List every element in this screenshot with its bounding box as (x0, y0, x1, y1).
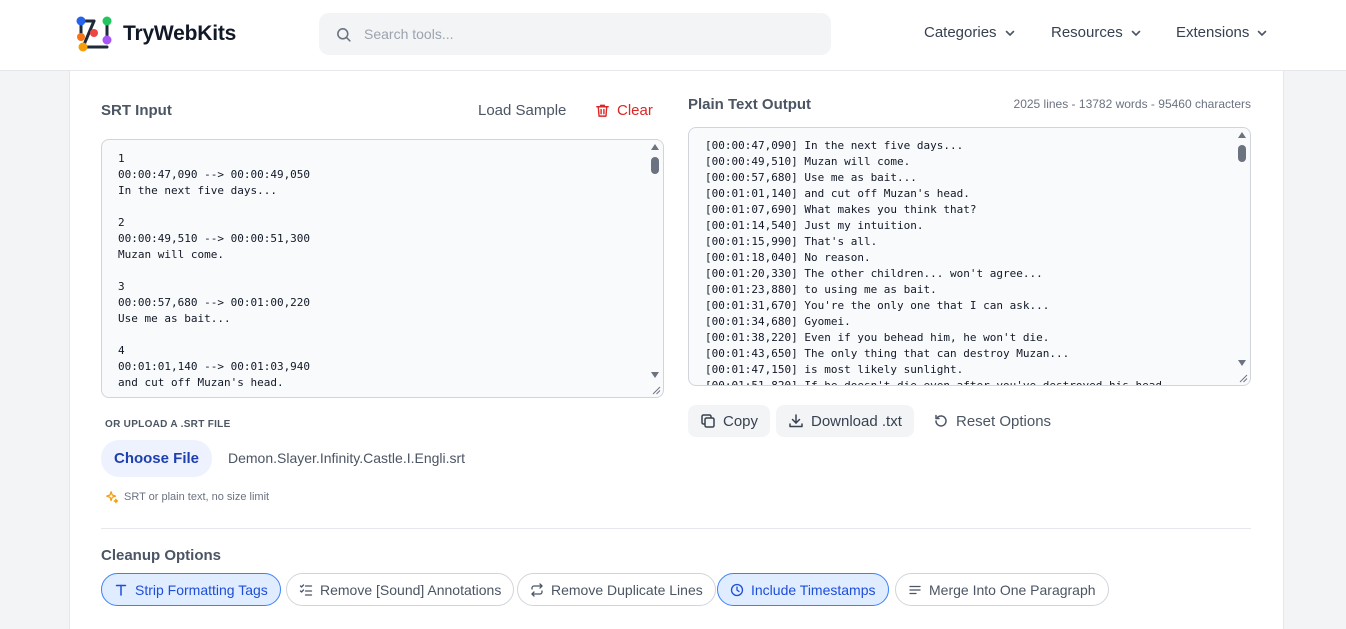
upload-label: OR UPLOAD A .SRT FILE (105, 419, 231, 430)
scroll-down-arrow-icon[interactable] (1238, 360, 1246, 366)
download-icon (789, 414, 803, 428)
copy-icon (701, 414, 715, 428)
top-navbar: TryWebKits Categories Resources Extensio… (0, 0, 1346, 71)
text-format-icon (115, 584, 127, 596)
checklist-icon (299, 583, 313, 596)
selected-filename: Demon.Slayer.Infinity.Castle.I.Engli.srt (228, 450, 466, 466)
logo-icon (76, 16, 112, 52)
option-include-timestamps[interactable]: Include Timestamps (717, 573, 889, 606)
copy-label: Copy (723, 412, 759, 430)
scroll-down-arrow-icon[interactable] (651, 372, 659, 378)
brand-logo[interactable]: TryWebKits (74, 15, 236, 53)
plain-text-output-title: Plain Text Output (688, 96, 812, 113)
option-remove-duplicate-lines[interactable]: Remove Duplicate Lines (517, 573, 716, 606)
trash-icon (596, 104, 609, 117)
search-icon (337, 27, 351, 42)
scroll-up-arrow-icon[interactable] (651, 144, 659, 150)
load-sample-button[interactable]: Load Sample (478, 102, 566, 119)
output-scrollbar[interactable] (1237, 128, 1247, 385)
search-bar[interactable] (319, 13, 831, 55)
download-label: Download .txt (811, 412, 902, 430)
copy-button[interactable]: Copy (688, 405, 771, 437)
reset-options-button[interactable]: Reset Options (921, 405, 1063, 437)
chevron-down-icon (1005, 30, 1014, 36)
output-stats: 2025 lines - 13782 words - 95460 charact… (1013, 97, 1251, 111)
srt-input-textarea[interactable]: 1 00:00:47,090 --> 00:00:49,050 In the n… (101, 139, 664, 398)
chevron-down-icon (1258, 30, 1267, 36)
resize-handle-icon[interactable] (1239, 374, 1248, 383)
scroll-thumb[interactable] (651, 157, 659, 174)
clear-label: Clear (617, 102, 653, 119)
srt-input-text: 1 00:00:47,090 --> 00:00:49,050 In the n… (118, 152, 311, 389)
nav-extensions[interactable]: Extensions (1176, 24, 1268, 41)
clock-icon (730, 583, 744, 596)
scroll-thumb[interactable] (1238, 145, 1246, 162)
option-label: Merge Into One Paragraph (929, 581, 1096, 598)
srt-input-scrollbar[interactable] (650, 140, 660, 397)
reset-icon (935, 414, 947, 427)
option-label: Remove Duplicate Lines (551, 581, 703, 598)
nav-resources[interactable]: Resources (1051, 24, 1142, 41)
cleanup-options-title: Cleanup Options (101, 547, 221, 564)
srt-input-title: SRT Input (101, 102, 172, 119)
scroll-up-arrow-icon[interactable] (1238, 132, 1246, 138)
clear-button[interactable]: Clear (595, 102, 653, 119)
nav-categories[interactable]: Categories (924, 24, 1016, 41)
option-label: Strip Formatting Tags (135, 581, 268, 598)
search-input[interactable] (364, 26, 804, 42)
option-remove-sound-annotations[interactable]: Remove [Sound] Annotations (286, 573, 515, 606)
plain-text-output-text: [00:00:47,090] In the next five days... … (705, 139, 1182, 386)
nav-categories-label: Categories (924, 24, 997, 41)
nav-resources-label: Resources (1051, 24, 1123, 41)
plain-text-output-textarea[interactable]: [00:00:47,090] In the next five days... … (688, 127, 1251, 386)
align-lines-icon (909, 585, 921, 594)
option-label: Remove [Sound] Annotations (320, 581, 502, 598)
upload-hint-text: SRT or plain text, no size limit (124, 491, 270, 503)
choose-file-button[interactable]: Choose File (101, 440, 212, 477)
brand-name: TryWebKits (123, 22, 237, 45)
chevron-down-icon (1131, 30, 1141, 36)
reset-label: Reset Options (956, 412, 1052, 430)
resize-handle-icon[interactable] (652, 386, 661, 395)
download-txt-button[interactable]: Download .txt (776, 405, 914, 437)
section-divider (101, 528, 1251, 529)
repeat-icon (531, 582, 543, 597)
sparkle-icon (106, 491, 119, 504)
upload-hint: SRT or plain text, no size limit (105, 490, 269, 504)
nav-extensions-label: Extensions (1176, 24, 1250, 41)
option-merge-into-one-paragraph[interactable]: Merge Into One Paragraph (895, 573, 1109, 606)
option-label: Include Timestamps (751, 581, 876, 598)
option-strip-formatting-tags[interactable]: Strip Formatting Tags (101, 573, 281, 606)
